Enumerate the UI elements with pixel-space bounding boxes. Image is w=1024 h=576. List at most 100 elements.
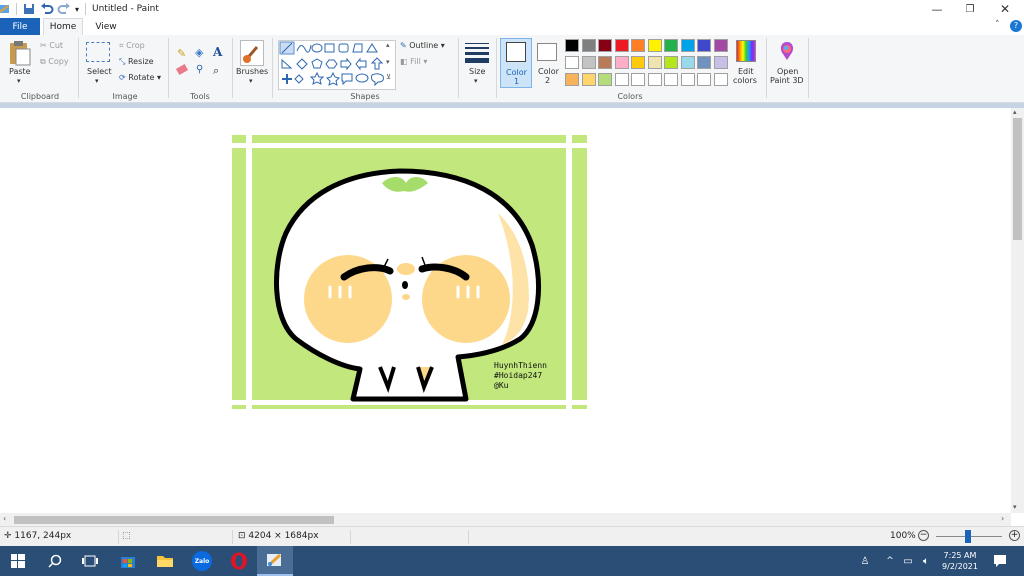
palette-swatch[interactable] <box>631 73 645 86</box>
eraser-icon[interactable] <box>175 63 189 76</box>
fill-bucket-icon[interactable]: ◈ <box>195 46 203 59</box>
tab-home[interactable]: Home <box>43 18 83 35</box>
battery-icon[interactable]: ▭ <box>900 546 916 576</box>
paste-button[interactable]: Paste <box>9 67 31 76</box>
task-view-button[interactable] <box>72 546 108 576</box>
scroll-down-icon[interactable]: ▾ <box>1013 503 1017 511</box>
palette-swatch[interactable] <box>664 39 678 52</box>
palette-swatch[interactable] <box>565 39 579 52</box>
palette-swatch[interactable] <box>680 73 695 86</box>
shapes-expand-icon[interactable]: ⊻ <box>386 73 391 81</box>
drawing-canvas[interactable]: HuynhThienn #Hoidap247 @Ku <box>232 135 587 409</box>
palette-swatch[interactable] <box>581 56 596 69</box>
taskbar-opera[interactable] <box>221 546 257 576</box>
shapes-scroll-down-icon[interactable]: ▾ <box>386 58 390 66</box>
action-center-button[interactable] <box>990 546 1010 576</box>
show-hidden-icons-icon[interactable]: ^ <box>884 546 896 576</box>
palette-swatch[interactable] <box>631 39 645 52</box>
taskbar-file-explorer[interactable] <box>147 546 183 576</box>
customize-qat-icon[interactable]: ▾ <box>75 5 79 14</box>
color1-button[interactable]: Color 1 <box>500 38 532 88</box>
edit-colors-line1[interactable]: Edit <box>738 67 754 76</box>
volume-icon[interactable]: 🔈︎ <box>918 546 934 576</box>
palette-swatch[interactable] <box>647 56 662 69</box>
color2-swatch[interactable] <box>537 43 557 61</box>
palette-swatch[interactable] <box>598 39 612 52</box>
taskbar-paint[interactable] <box>257 546 293 576</box>
palette-swatch[interactable] <box>697 56 711 69</box>
palette-swatch[interactable] <box>697 39 711 52</box>
fill-button[interactable]: ◧ Fill ▾ <box>400 57 427 66</box>
palette-swatch[interactable] <box>581 73 596 86</box>
edit-colors-line2[interactable]: colors <box>733 76 757 85</box>
horizontal-scrollbar[interactable]: ‹ › <box>0 513 1011 526</box>
scroll-up-icon[interactable]: ▴ <box>1013 108 1017 116</box>
paint3d-icon[interactable] <box>777 40 797 62</box>
palette-swatch[interactable] <box>614 56 629 69</box>
search-button[interactable] <box>38 546 72 576</box>
palette-swatch[interactable] <box>631 56 645 69</box>
taskbar-app-store[interactable] <box>110 546 146 576</box>
start-button[interactable] <box>0 546 36 576</box>
palette-swatch[interactable] <box>680 56 695 69</box>
horizontal-scroll-thumb[interactable] <box>14 516 334 524</box>
palette-swatch[interactable] <box>713 56 728 69</box>
help-icon[interactable]: ? <box>1010 20 1022 32</box>
magnifier-icon[interactable]: ⌕ <box>213 64 219 78</box>
size-button[interactable]: Size <box>469 67 485 76</box>
palette-swatch[interactable] <box>647 73 662 86</box>
palette-swatch[interactable] <box>598 73 612 86</box>
palette-swatch[interactable] <box>598 56 612 69</box>
color2-label[interactable]: Color <box>538 67 559 76</box>
size-icon[interactable] <box>465 41 489 63</box>
resize-button[interactable]: ⤡ Resize <box>119 57 154 67</box>
palette-swatch[interactable] <box>680 39 695 52</box>
restore-button[interactable]: ❐ <box>953 0 987 18</box>
palette-swatch[interactable] <box>614 39 629 52</box>
save-icon[interactable] <box>23 3 35 15</box>
vertical-scroll-thumb[interactable] <box>1013 118 1022 240</box>
paint3d-line2[interactable]: Paint 3D <box>770 76 804 85</box>
minimize-button[interactable]: — <box>920 0 954 18</box>
cut-button[interactable]: ✂ Cut <box>40 41 63 50</box>
palette-swatch[interactable] <box>664 56 678 69</box>
shapes-scroll-up-icon[interactable]: ▴ <box>386 41 390 49</box>
rotate-button[interactable]: ⟳ Rotate ▾ <box>119 73 161 82</box>
text-tool-icon[interactable]: A <box>213 45 222 59</box>
color-picker-icon[interactable]: ⚲ <box>196 64 203 75</box>
brushes-dropdown-icon[interactable]: ▾ <box>249 77 253 85</box>
paste-icon[interactable] <box>8 40 32 66</box>
paint-app-icon[interactable] <box>0 3 10 15</box>
close-button[interactable]: ✕ <box>988 0 1022 18</box>
undo-icon[interactable] <box>40 3 54 15</box>
palette-swatch[interactable] <box>713 39 728 52</box>
zoom-in-icon[interactable]: + <box>1009 530 1020 541</box>
select-button[interactable]: Select <box>87 67 112 76</box>
size-dropdown-icon[interactable]: ▾ <box>474 77 478 85</box>
tab-file[interactable]: File <box>0 18 40 35</box>
clock[interactable]: 7:25 AM 9/2/2021 <box>934 546 986 576</box>
palette-swatch[interactable] <box>664 73 678 86</box>
palette-swatch[interactable] <box>614 73 629 86</box>
shapes-gallery[interactable] <box>278 40 396 90</box>
paint3d-line1[interactable]: Open <box>777 67 798 76</box>
paste-dropdown-icon[interactable]: ▾ <box>17 77 21 85</box>
palette-swatch[interactable] <box>647 39 662 52</box>
palette-swatch[interactable] <box>581 39 596 52</box>
select-dropdown-icon[interactable]: ▾ <box>95 77 99 85</box>
scroll-left-icon[interactable]: ‹ <box>3 514 6 523</box>
crop-button[interactable]: ⌗ Crop <box>119 41 145 51</box>
scroll-right-icon[interactable]: › <box>1001 514 1004 523</box>
palette-swatch[interactable] <box>565 73 579 86</box>
zoom-out-icon[interactable]: − <box>918 530 929 541</box>
outline-button[interactable]: ✎ Outline ▾ <box>400 41 445 50</box>
palette-swatch[interactable] <box>713 73 728 86</box>
pencil-icon[interactable]: ✎ <box>177 47 186 60</box>
select-icon[interactable] <box>86 42 110 62</box>
zoom-slider-thumb[interactable] <box>965 530 971 543</box>
collapse-ribbon-icon[interactable]: ˄ <box>995 20 1000 30</box>
palette-swatch[interactable] <box>565 56 579 69</box>
brushes-icon[interactable] <box>240 40 264 66</box>
redo-icon[interactable] <box>57 3 71 15</box>
taskbar-zalo[interactable]: Zalo <box>184 546 220 576</box>
